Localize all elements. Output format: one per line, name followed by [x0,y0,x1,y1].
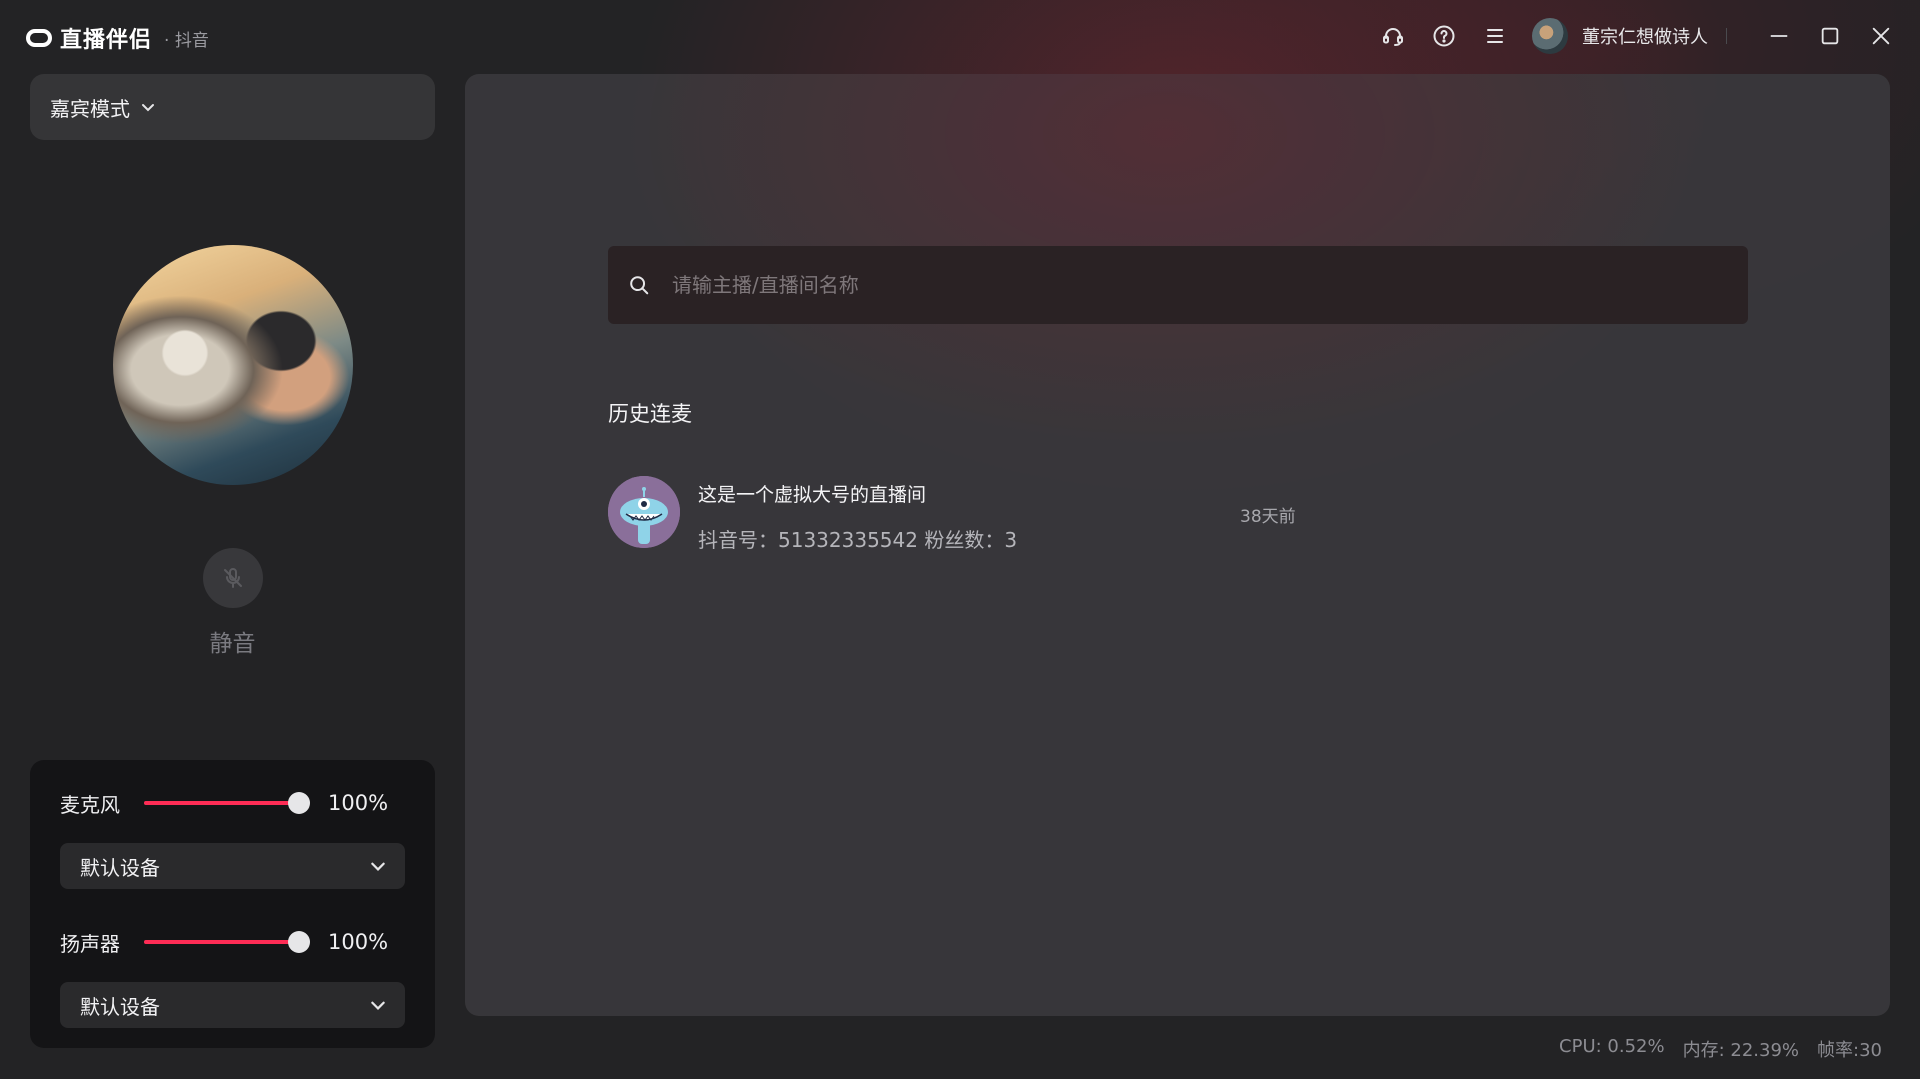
maximize-icon [1821,27,1838,45]
mute-label: 静音 [209,631,256,657]
mute-button[interactable] [203,548,263,608]
chevron-down-icon [371,1001,385,1010]
search-box[interactable] [608,246,1748,324]
app-logo: 直播伴侣 · 抖音 [26,22,209,54]
frame-rate: 帧率:30 [1817,1040,1882,1061]
microphone-row: 麦克风 100% [60,788,388,818]
status-bar: CPU: 0.52% 内存: 22.39% 帧率:30 [1541,1036,1882,1062]
room-name: 这是一个虚拟大号的直播间 [698,484,927,506]
audio-settings-panel: 麦克风 100% 默认设备 扬声器 100% 默认设备 [30,760,435,1048]
platform-label: · 抖音 [164,30,209,51]
slider-fill [144,801,299,805]
title-bar: 直播伴侣 · 抖音 董宗仁想做诗人 [0,0,1920,72]
slider-thumb[interactable] [288,792,310,814]
minimize-icon [1770,35,1787,37]
titlebar-divider [1726,28,1727,44]
close-icon [1872,27,1889,45]
menu-icon[interactable] [1479,20,1511,52]
user-profile[interactable]: 董宗仁想做诗人 [1532,18,1726,54]
slider-thumb[interactable] [288,931,310,953]
speaker-device-value: 默认设备 [80,994,160,1019]
speaker-label: 扬声器 [60,931,120,956]
microphone-device-select[interactable]: 默认设备 [60,843,405,889]
main-panel: 历史连麦 这是一个虚拟大号的直播间 抖音号：51332335542 粉丝数：3 … [465,74,1890,1016]
cpu-usage: CPU: 0.52% [1559,1036,1665,1057]
logo-icon [26,29,52,47]
search-input[interactable] [670,254,1748,316]
microphone-volume-value: 100% [328,791,389,815]
mic-off-icon [224,568,242,588]
speaker-volume-slider[interactable] [144,927,310,957]
monster-avatar-icon [608,476,680,548]
headset-icon[interactable] [1377,20,1409,52]
chevron-down-icon [371,862,385,871]
speaker-row: 扬声器 100% [60,927,388,957]
microphone-volume-slider[interactable] [144,788,310,818]
microphone-device-value: 默认设备 [80,855,160,880]
search-icon [630,276,649,295]
memory-usage: 内存: 22.39% [1682,1040,1800,1061]
slider-fill [144,940,299,944]
history-title: 历史连麦 [608,402,692,426]
help-icon[interactable] [1428,20,1460,52]
chevron-down-icon [142,104,154,112]
app-name: 直播伴侣 [60,28,153,53]
user-name[interactable]: 董宗仁想做诗人 [1582,23,1708,49]
room-time: 38天前 [1240,507,1296,527]
history-item[interactable]: 这是一个虚拟大号的直播间 抖音号：51332335542 粉丝数：3 38天前 [608,476,1368,552]
mode-dropdown[interactable]: 嘉宾模式 [30,74,435,140]
minimize-button[interactable] [1753,14,1804,58]
speaker-volume-value: 100% [328,930,389,954]
microphone-label: 麦克风 [60,792,120,817]
guest-avatar [113,245,353,485]
close-button[interactable] [1855,14,1906,58]
mode-label: 嘉宾模式 [50,96,130,121]
speaker-device-select[interactable]: 默认设备 [60,982,405,1028]
maximize-button[interactable] [1804,14,1855,58]
room-meta: 抖音号：51332335542 粉丝数：3 [698,528,1018,552]
titlebar-controls: 董宗仁想做诗人 [1377,14,1920,58]
room-avatar [608,476,680,548]
user-avatar[interactable] [1532,18,1568,54]
